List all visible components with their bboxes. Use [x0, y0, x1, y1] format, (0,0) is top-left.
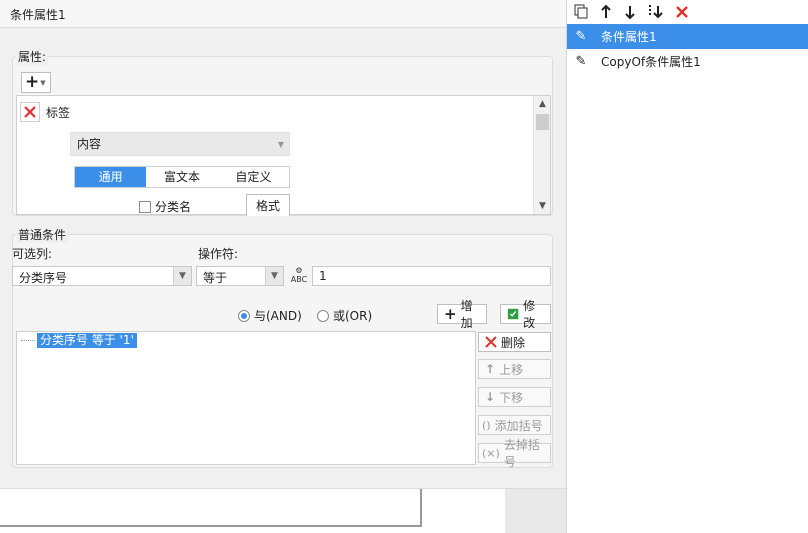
arrow-up-icon[interactable]	[599, 4, 613, 20]
arrow-down-icon[interactable]	[623, 4, 637, 20]
operator-label: 操作符:	[198, 247, 239, 261]
content-tabs: 通用 富文本 自定义	[74, 166, 290, 188]
dialog-title: 条件属性1	[0, 0, 566, 28]
content-select[interactable]: 内容 ▼	[70, 132, 290, 156]
condition-list-panel: ✎ 条件属性1 ✎ CopyOf条件属性1	[566, 0, 808, 533]
format-button[interactable]: 格式	[246, 194, 290, 216]
tab-rich-text[interactable]: 富文本	[146, 167, 217, 187]
remove-parentheses-icon: (⨯)	[482, 446, 500, 460]
remove-label-button[interactable]	[20, 102, 40, 122]
x-icon	[485, 336, 497, 348]
move-up-button[interactable]: ↑ 上移	[478, 359, 551, 379]
tab-custom[interactable]: 自定义	[218, 167, 289, 187]
background-editor-area	[0, 488, 566, 533]
parentheses-icon: ()	[482, 418, 491, 432]
plus-icon: +	[25, 72, 40, 92]
scroll-down-arrow[interactable]: ▼	[534, 198, 551, 214]
tree-connector	[21, 340, 35, 341]
label-item-title: 标签	[46, 106, 71, 120]
x-icon	[24, 106, 36, 118]
condition-list: 分类序号 等于 '1'	[16, 331, 476, 465]
edit-pencil-icon: ✎	[575, 29, 587, 44]
radio-or-dot[interactable]	[317, 309, 329, 322]
plus-icon: +	[444, 305, 457, 323]
remove-parentheses-button[interactable]: (⨯) 去掉括号	[478, 438, 551, 469]
scroll-thumb[interactable]	[536, 114, 549, 130]
category-checkbox-label: 分类名	[155, 200, 192, 214]
radio-or[interactable]: 或(OR)	[317, 307, 372, 324]
arrow-up-icon: ↑	[485, 362, 496, 376]
edit-green-icon	[507, 308, 519, 320]
column-label: 可选列:	[12, 247, 53, 261]
tab-general[interactable]: 通用	[75, 167, 147, 187]
scroll-up-arrow[interactable]: ▲	[534, 96, 551, 112]
copy-icon[interactable]	[573, 4, 589, 20]
modify-condition-button[interactable]: 修改	[500, 299, 551, 330]
category-checkbox-row[interactable]: 分类名	[139, 198, 191, 215]
chevron-down-icon: ▼	[173, 267, 191, 285]
delete-icon[interactable]	[675, 5, 689, 19]
condition-dialog: 条件属性1 属性: + ▼ 标签 ▲ ▼ 内容 ▼ 通用 富文本 自定义 分类名…	[0, 0, 566, 533]
move-bottom-icon[interactable]	[647, 4, 665, 20]
edit-pencil-icon: ✎	[575, 54, 587, 69]
value-type-icon[interactable]: ⚙ ABC	[288, 266, 310, 286]
delete-condition-button[interactable]: 删除	[478, 332, 551, 352]
radio-and-dot[interactable]	[238, 309, 250, 322]
arrow-down-icon: ↓	[485, 390, 496, 404]
chevron-down-icon: ▼	[265, 267, 283, 285]
add-condition-button[interactable]: + 增加	[437, 299, 487, 330]
value-input[interactable]: 1	[312, 266, 551, 286]
background-panel	[505, 489, 566, 533]
operator-select[interactable]: 等于 ▼	[196, 266, 284, 286]
right-toolbar	[567, 0, 808, 24]
radio-and[interactable]: 与(AND)	[238, 307, 302, 324]
properties-group-label: 属性:	[16, 48, 49, 65]
background-canvas	[0, 489, 422, 527]
chevron-down-icon: ▼	[277, 140, 284, 149]
add-property-button[interactable]: + ▼	[21, 72, 51, 93]
condition-entry-1[interactable]: ✎ 条件属性1	[567, 24, 808, 49]
chevron-down-icon: ▼	[40, 78, 46, 87]
content-select-value: 内容	[77, 137, 102, 151]
column-select[interactable]: 分类序号 ▼	[12, 266, 192, 286]
condition-list-item[interactable]: 分类序号 等于 '1'	[37, 333, 137, 348]
move-down-button[interactable]: ↓ 下移	[478, 387, 551, 407]
category-checkbox[interactable]	[139, 200, 151, 213]
condition-entry-2[interactable]: ✎ CopyOf条件属性1	[567, 49, 808, 74]
properties-scrollbar[interactable]: ▲ ▼	[533, 96, 550, 214]
condition-group-label: 普通条件	[16, 226, 69, 243]
add-parentheses-button[interactable]: () 添加括号	[478, 415, 551, 435]
